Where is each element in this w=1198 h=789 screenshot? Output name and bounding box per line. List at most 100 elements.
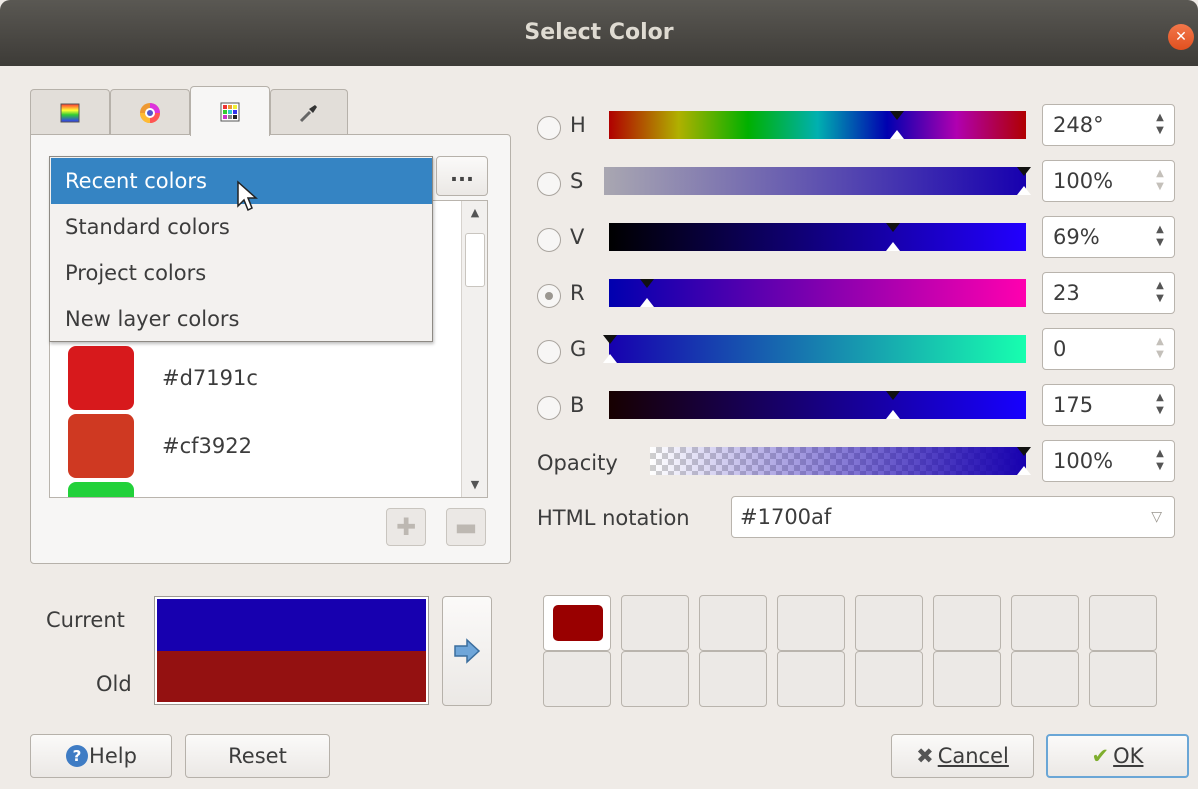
radio-s[interactable] (537, 172, 561, 196)
spinbox-h[interactable]: 248° ▲ ▼ (1042, 104, 1175, 146)
custom-swatch-cell[interactable] (543, 595, 611, 651)
custom-swatch-cell[interactable] (777, 651, 845, 707)
radio-h[interactable] (537, 116, 561, 140)
label-html-notation: HTML notation (537, 506, 690, 530)
spinbox-opacity[interactable]: 100% ▲ ▼ (1042, 440, 1175, 482)
spin-arrows-icon[interactable]: ▲ ▼ (1146, 105, 1174, 145)
old-color-swatch[interactable] (157, 651, 426, 702)
custom-swatch-cell[interactable] (543, 651, 611, 707)
spinbox-b[interactable]: 175 ▲ ▼ (1042, 384, 1175, 426)
custom-swatch-cell[interactable] (855, 595, 923, 651)
list-item[interactable]: #d7191c (68, 345, 258, 411)
slider-h-marker-bottom (890, 130, 904, 139)
slider-v[interactable] (609, 223, 1026, 251)
spin-arrows-icon[interactable]: ▲ ▼ (1146, 385, 1174, 425)
custom-swatch-cell[interactable] (1011, 651, 1079, 707)
close-button[interactable]: ✕ (1168, 24, 1194, 50)
slider-b[interactable] (609, 391, 1026, 419)
radio-g[interactable] (537, 340, 561, 364)
scheme-option-new-layer[interactable]: New layer colors (51, 296, 432, 342)
help-label: Help (89, 744, 137, 768)
swatch-grid-icon (220, 102, 240, 121)
remove-color-button[interactable]: ▬ (446, 508, 486, 546)
custom-swatch-cell[interactable] (1011, 595, 1079, 651)
custom-swatch-color (553, 605, 603, 641)
spin-arrows-icon[interactable]: ▲ ▼ (1146, 329, 1174, 369)
tab-color-swatches[interactable] (190, 86, 270, 136)
color-wheel-icon (140, 103, 160, 123)
list-item[interactable]: #cf3922 (68, 413, 252, 479)
spinbox-r[interactable]: 23 ▲ ▼ (1042, 272, 1175, 314)
tab-color-wheel[interactable] (110, 89, 190, 136)
slider-h[interactable] (609, 111, 1026, 139)
spinbox-s[interactable]: 100% ▲ ▼ (1042, 160, 1175, 202)
slider-g[interactable] (609, 335, 1026, 363)
custom-swatch-cell[interactable] (855, 651, 923, 707)
custom-swatch-cell[interactable] (699, 651, 767, 707)
custom-swatch-cell[interactable] (933, 651, 1001, 707)
value-r: 23 (1053, 281, 1080, 305)
chevron-down-icon[interactable]: ▽ (1151, 497, 1162, 537)
cancel-icon: ✖ (916, 744, 934, 768)
label-s: S (570, 169, 584, 193)
custom-swatch-cell[interactable] (621, 651, 689, 707)
tab-color-picker[interactable] (270, 89, 348, 136)
custom-swatch-cell[interactable] (1089, 595, 1157, 651)
spin-arrows-icon[interactable]: ▲ ▼ (1146, 161, 1174, 201)
slider-opacity-marker (1017, 447, 1031, 456)
arrow-right-icon (454, 638, 481, 664)
html-notation-combo[interactable]: #1700af ▽ (731, 496, 1175, 538)
ok-label: OK (1113, 744, 1144, 768)
title-bar: Select Color ✕ (0, 0, 1198, 66)
custom-swatch-cell[interactable] (699, 595, 767, 651)
custom-swatch-cell[interactable] (933, 595, 1001, 651)
radio-r[interactable] (537, 284, 561, 308)
add-color-button[interactable]: ✚ (386, 508, 426, 546)
spinbox-g[interactable]: 0 ▲ ▼ (1042, 328, 1175, 370)
label-g: G (570, 337, 587, 361)
slider-r[interactable] (609, 279, 1026, 307)
spin-arrows-icon[interactable]: ▲ ▼ (1146, 273, 1174, 313)
label-v: V (570, 225, 585, 249)
scheme-menu-button[interactable]: ... (436, 156, 488, 196)
add-to-swatches-button[interactable] (442, 596, 492, 706)
slider-g-marker (603, 335, 617, 344)
cancel-button[interactable]: ✖ Cancel (891, 734, 1034, 778)
tab-color-ramp[interactable] (30, 89, 110, 136)
slider-h-marker (890, 111, 904, 120)
custom-swatch-cell[interactable] (1089, 651, 1157, 707)
cancel-label: Cancel (937, 744, 1009, 768)
eyedropper-icon (299, 105, 317, 123)
color-ramp-icon (60, 103, 80, 123)
window-title: Select Color (524, 20, 674, 45)
radio-v[interactable] (537, 228, 561, 252)
swatch-hex: #d7191c (162, 366, 258, 390)
check-icon: ✔ (1091, 744, 1110, 768)
reset-button[interactable]: Reset (185, 734, 330, 778)
slider-opacity[interactable] (650, 447, 1026, 475)
list-scrollbar[interactable]: ▲ ▼ (461, 201, 487, 497)
value-g: 0 (1053, 337, 1067, 361)
spin-arrows-icon[interactable]: ▲ ▼ (1146, 217, 1174, 257)
slider-b-marker-bottom (886, 410, 900, 419)
swatch-chip (68, 346, 134, 410)
scroll-up-icon[interactable]: ▲ (462, 201, 488, 225)
swatch-chip (68, 414, 134, 478)
custom-swatch-cell[interactable] (621, 595, 689, 651)
scroll-thumb[interactable] (465, 233, 485, 287)
spin-arrows-icon[interactable]: ▲ ▼ (1146, 441, 1174, 481)
custom-swatch-cell[interactable] (777, 595, 845, 651)
plus-icon: ✚ (395, 513, 417, 541)
ok-button[interactable]: ✔ OK (1046, 734, 1189, 778)
value-s: 100% (1053, 169, 1114, 193)
scheme-option-project[interactable]: Project colors (51, 250, 432, 296)
scroll-down-icon[interactable]: ▼ (462, 473, 488, 497)
value-b: 175 (1053, 393, 1094, 417)
help-button[interactable]: ? Help (30, 734, 172, 778)
slider-v-marker (886, 223, 900, 232)
radio-b[interactable] (537, 396, 561, 420)
list-item[interactable] (68, 481, 134, 497)
slider-s[interactable] (604, 167, 1026, 195)
spinbox-v[interactable]: 69% ▲ ▼ (1042, 216, 1175, 258)
label-h: H (570, 113, 586, 137)
